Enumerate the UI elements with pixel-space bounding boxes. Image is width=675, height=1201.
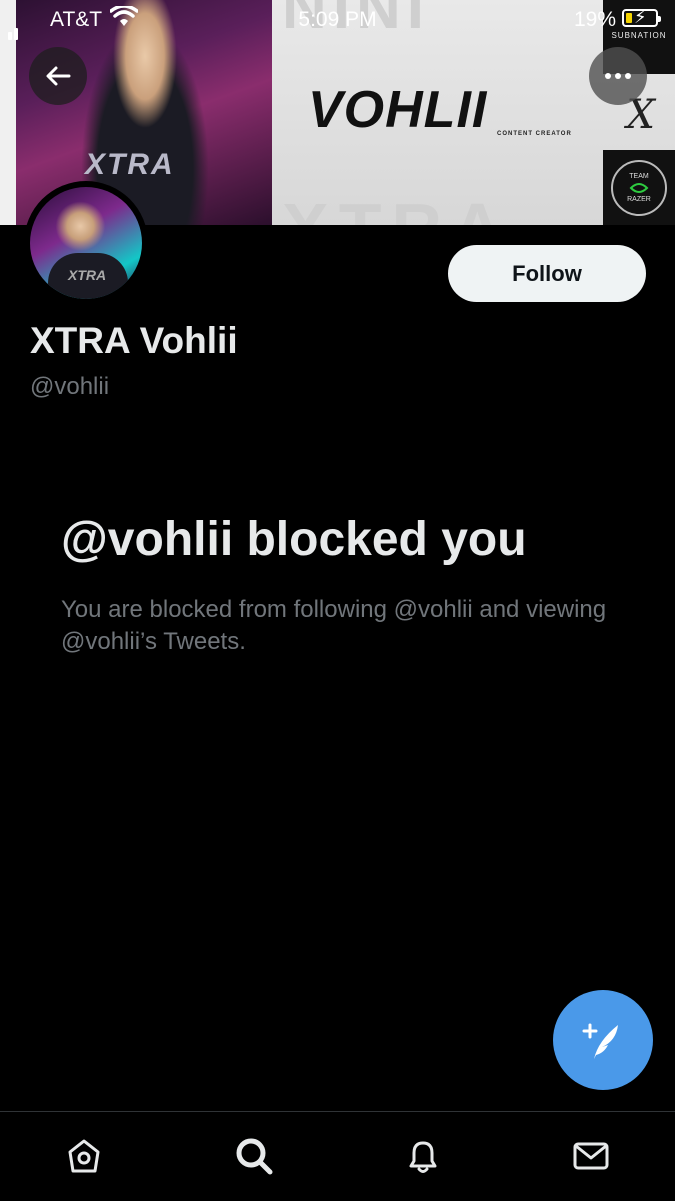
compose-tweet-icon — [582, 1023, 618, 1059]
search-icon — [236, 1138, 273, 1175]
tab-home[interactable] — [62, 1134, 106, 1178]
messages-icon — [573, 1142, 609, 1170]
notifications-icon — [409, 1141, 437, 1173]
bottom-tab-bar — [0, 1111, 675, 1201]
battery-icon: ⚡ — [622, 7, 661, 27]
profile-display-name: XTRA Vohlii — [30, 320, 238, 361]
compose-tweet-button[interactable] — [553, 990, 653, 1090]
more-dots-icon — [605, 73, 631, 79]
blocked-description: You are blocked from following @vohlii a… — [61, 596, 607, 655]
profile-handle: @vohlii — [30, 373, 110, 400]
back-button[interactable] — [29, 47, 87, 105]
home-icon — [68, 1139, 100, 1173]
status-bar: AT&T 5:09 PM 19% ⚡ — [0, 0, 675, 40]
tab-messages[interactable] — [569, 1134, 613, 1178]
banner-brand-subtitle: CONTENT CREATOR — [497, 131, 572, 137]
back-arrow-icon — [46, 66, 71, 86]
more-options-button[interactable] — [589, 47, 647, 105]
battery-percent: 19% — [574, 8, 617, 31]
tab-search[interactable] — [232, 1134, 276, 1178]
razer-logo: TEAM RAZER — [603, 150, 675, 225]
tab-notifications[interactable] — [401, 1134, 445, 1178]
blocked-title: @vohlii blocked you — [61, 513, 527, 566]
follow-button[interactable]: Follow — [448, 245, 646, 302]
avatar[interactable]: XTRA — [24, 181, 148, 305]
banner-shirt-text: XTRA — [85, 148, 175, 181]
banner-brand-name: VOHLII — [308, 81, 488, 139]
